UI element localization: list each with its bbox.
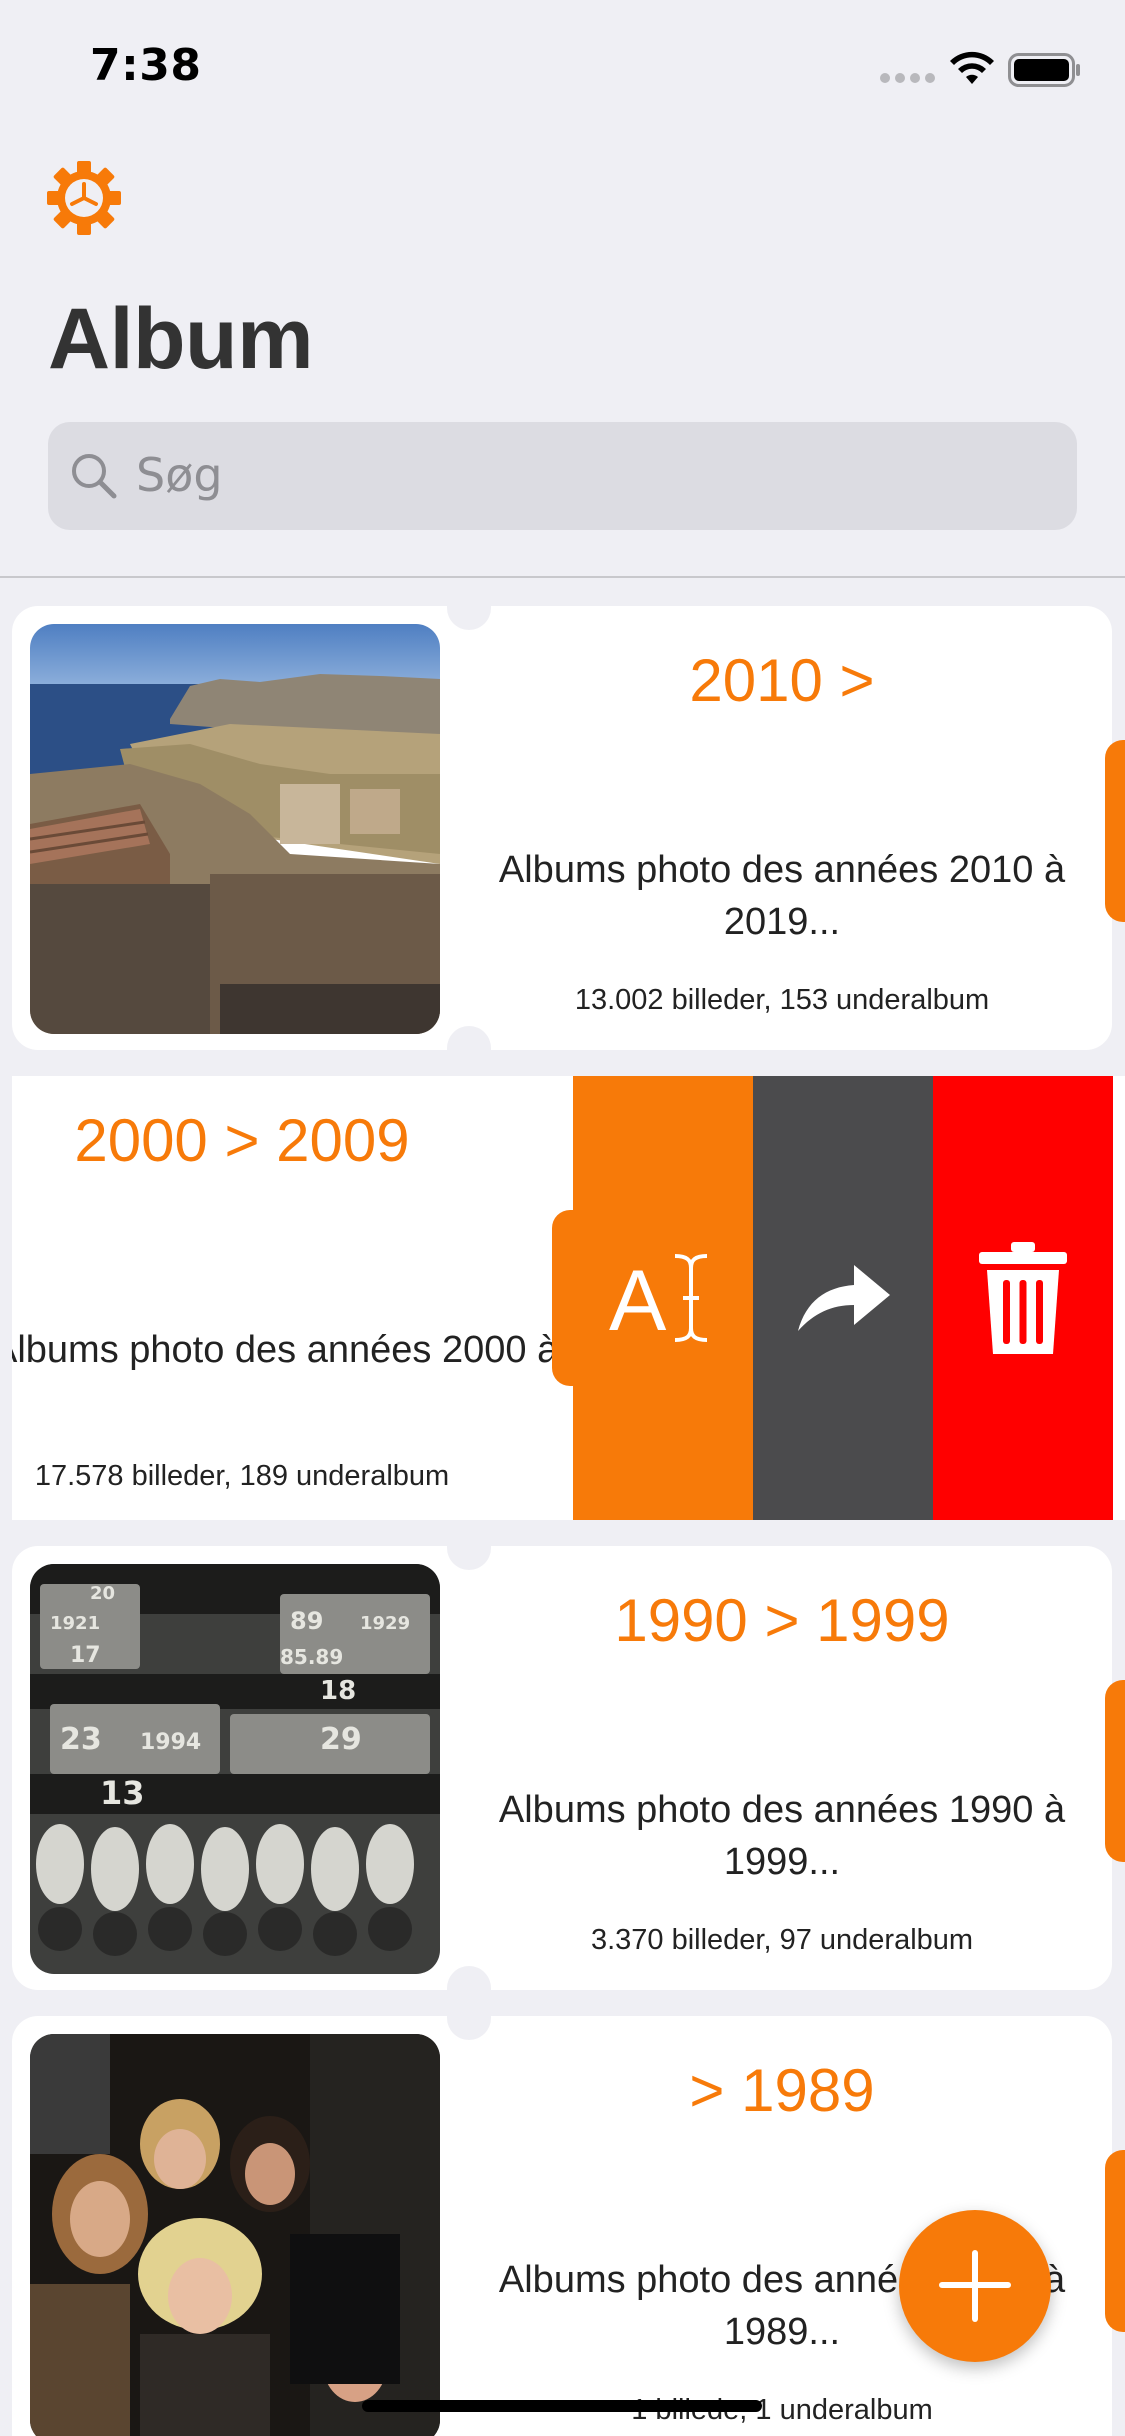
- card-notch: [447, 606, 491, 630]
- status-time: 7:38: [90, 40, 202, 91]
- rename-text-icon: A: [609, 1253, 708, 1349]
- svg-text:23: 23: [60, 1722, 102, 1757]
- album-thumbnail-wine-cellar: 20 1921 17 89 1929 85.89 18 23 1994 29 1…: [30, 1564, 440, 1974]
- cellular-signal-icon: [880, 73, 936, 85]
- search-icon: [72, 454, 117, 499]
- svg-text:29: 29: [320, 1722, 362, 1757]
- svg-text:1994: 1994: [140, 1730, 201, 1755]
- card-notch: [447, 2016, 491, 2040]
- album-edit-tab[interactable]: [1105, 2150, 1125, 2332]
- album-title: > 1989: [689, 2057, 875, 2124]
- rename-button[interactable]: A: [573, 1076, 753, 1520]
- album-thumbnail-group-portrait: [30, 2034, 440, 2436]
- album-count: 3.370 billeder, 97 underalbum: [590, 1924, 974, 1956]
- album-count: 17.578 billeder, 189 underalbum: [34, 1460, 450, 1492]
- delete-button[interactable]: [933, 1076, 1113, 1520]
- album-edit-tab[interactable]: [1105, 1680, 1125, 1862]
- card-notch: [447, 1966, 491, 1990]
- album-title: 2010 >: [689, 647, 875, 714]
- svg-text:A: A: [609, 1253, 667, 1349]
- album-edit-tab[interactable]: [1105, 740, 1125, 922]
- search-input[interactable]: Søg: [48, 422, 1077, 530]
- svg-text:17: 17: [70, 1643, 101, 1668]
- album-title: 1990 > 1999: [614, 1587, 950, 1654]
- album-description: Albums photo des années 2000 à 2009...: [12, 1329, 685, 1371]
- trash-icon: [979, 1242, 1067, 1354]
- album-thumbnail-coastal-landscape: [30, 624, 440, 1034]
- album-description: Albums photo des années 1990 à 1999...: [498, 1789, 1066, 1883]
- svg-text:18: 18: [320, 1676, 356, 1706]
- search-placeholder: Søg: [136, 448, 223, 502]
- wifi-icon: [950, 51, 994, 84]
- card-notch: [447, 1026, 491, 1050]
- svg-text:89: 89: [290, 1607, 323, 1635]
- album-description: Albums photo des années 2010 à 2019...: [498, 849, 1066, 943]
- header-divider: [0, 576, 1125, 578]
- page-title: Album: [48, 291, 314, 387]
- status-bar: 7:38: [0, 0, 1125, 135]
- battery-icon: [1008, 53, 1080, 87]
- add-album-button[interactable]: [899, 2210, 1051, 2362]
- svg-text:13: 13: [100, 1774, 145, 1812]
- album-card[interactable]: 20 1921 17 89 1929 85.89 18 23 1994 29 1…: [12, 1546, 1125, 1990]
- album-screen: 7:38 Album Søg 2010 > Albums photo des a…: [0, 0, 1125, 2436]
- card-notch: [447, 1546, 491, 1570]
- album-card[interactable]: 2010 > Albums photo des années 2010 à 20…: [12, 606, 1125, 1050]
- svg-text:85.89: 85.89: [280, 1645, 343, 1669]
- album-card-swiped[interactable]: 2000 > 2009 Albums photo des années 2000…: [12, 1076, 1125, 1520]
- share-arrow-icon: [798, 1265, 890, 1331]
- svg-text:1929: 1929: [360, 1613, 410, 1634]
- svg-text:20: 20: [90, 1583, 115, 1604]
- gear-icon[interactable]: [46, 160, 122, 236]
- svg-text:1921: 1921: [50, 1613, 100, 1634]
- home-indicator[interactable]: [362, 2400, 762, 2412]
- album-title: 2000 > 2009: [74, 1107, 410, 1174]
- plus-icon: [972, 2250, 978, 2322]
- album-count: 13.002 billeder, 153 underalbum: [574, 984, 990, 1016]
- share-button[interactable]: [753, 1076, 933, 1520]
